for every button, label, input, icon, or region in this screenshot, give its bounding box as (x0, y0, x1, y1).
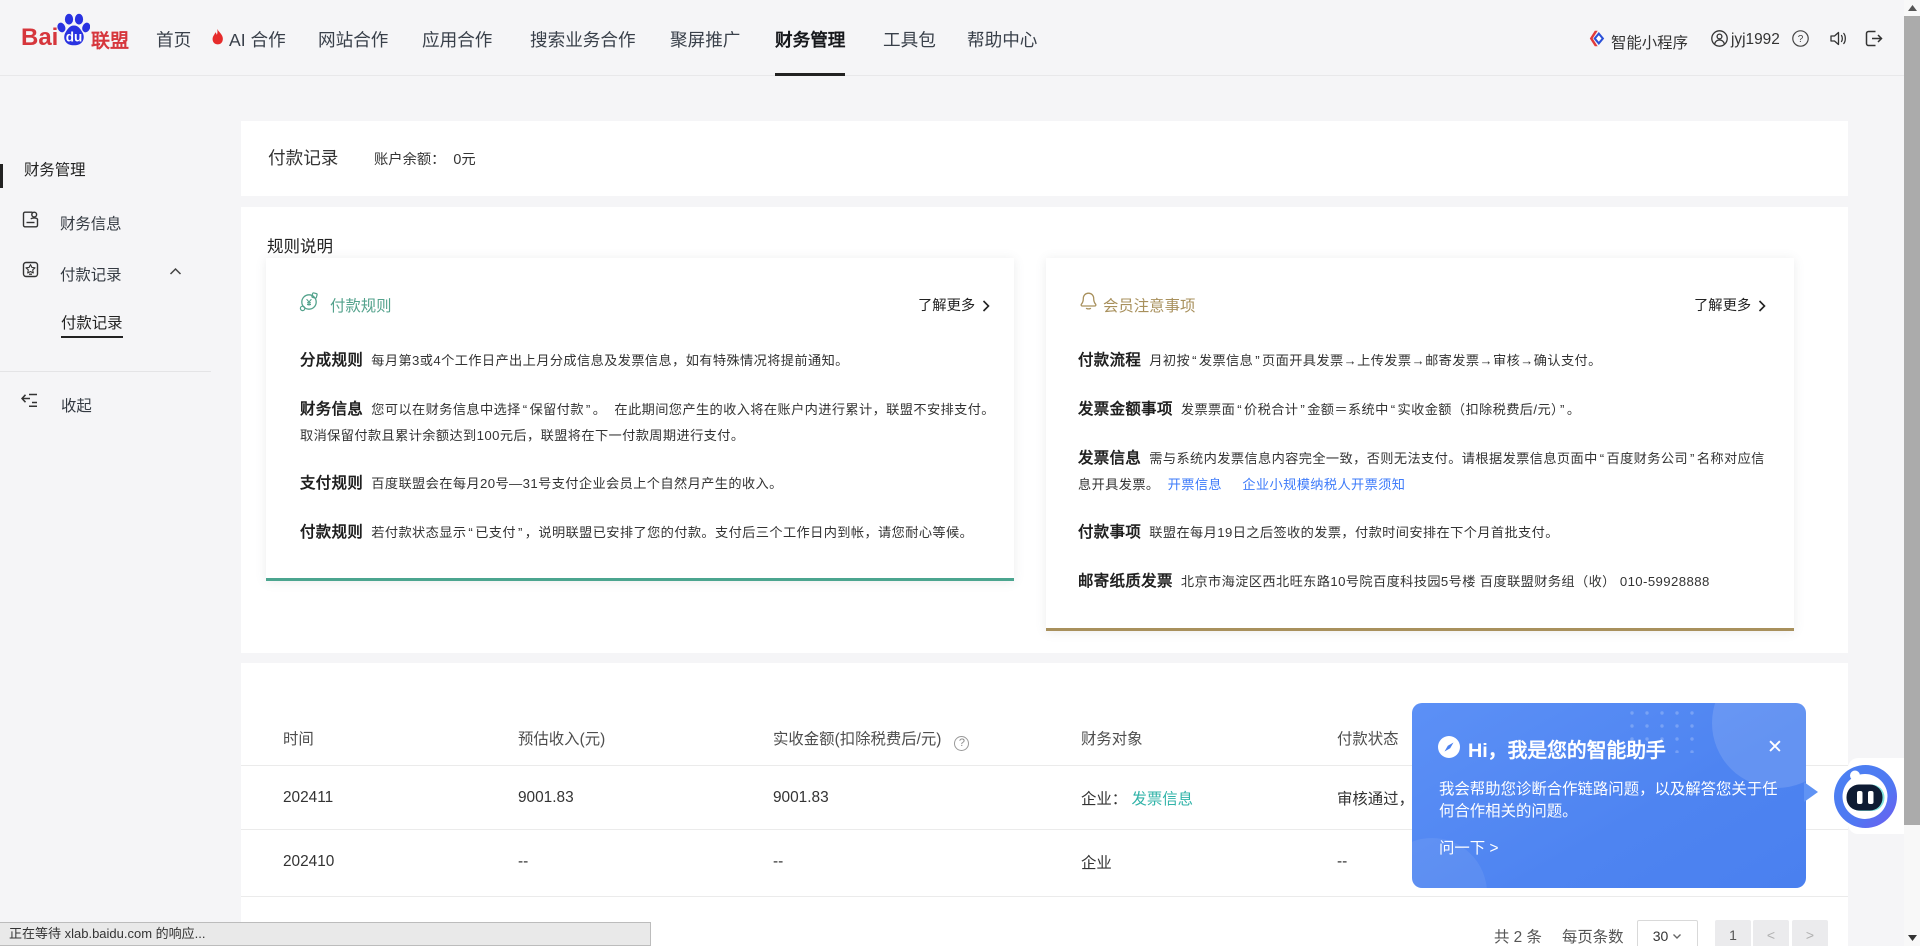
svg-text:?: ? (1798, 34, 1804, 45)
svg-text:du: du (66, 30, 83, 45)
